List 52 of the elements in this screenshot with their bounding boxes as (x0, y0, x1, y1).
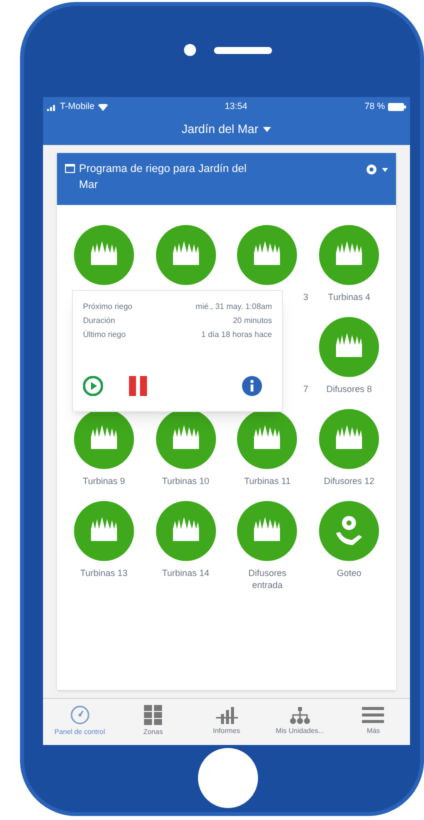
grass-icon[interactable] (237, 501, 298, 561)
zone-label: Turbinas 13 (79, 567, 128, 579)
detail-label: Próximo riego (83, 301, 132, 312)
card-title: Programa de riego para Jardín del Mar (79, 162, 248, 193)
zone-label: Turbinas 11 (243, 475, 292, 487)
wifi-icon (98, 104, 108, 110)
zone-label: Turbinas 10 (161, 475, 210, 487)
menu-icon (362, 706, 384, 724)
battery-text: 78 % (364, 100, 385, 114)
play-icon[interactable] (83, 376, 103, 396)
grass-icon[interactable] (319, 225, 380, 285)
detail-value: 1 día 18 horas hace (201, 329, 272, 340)
battery-icon (388, 103, 406, 111)
detail-value: mié., 31 may. 1:08am (196, 301, 272, 312)
grass-icon[interactable] (319, 409, 380, 469)
calendar-icon (65, 163, 75, 173)
speaker-slot (214, 47, 272, 54)
signal-icon (47, 104, 57, 110)
grass-icon[interactable] (156, 225, 216, 285)
detail-label: Duración (83, 315, 116, 326)
settings-icon (365, 163, 378, 176)
time-text: 13:54 (224, 100, 248, 114)
zone-label: Difusores 8 (325, 383, 373, 395)
zone-label: Turbinas 4 (327, 291, 372, 303)
grass-icon[interactable] (237, 225, 298, 285)
zone-label: Difusores 12 (322, 475, 376, 487)
network-icon (288, 706, 311, 724)
zone-label: 3 (303, 291, 308, 303)
carrier-text: T-Mobile (60, 100, 95, 114)
zone-label: Turbinas 9 (82, 475, 126, 487)
grass-icon[interactable] (156, 501, 216, 561)
zone-label: Difusores entrada (247, 567, 288, 591)
pause-icon[interactable] (127, 375, 149, 397)
grass-icon[interactable] (156, 409, 216, 469)
detail-value: 20 minutos (232, 315, 272, 326)
zone-label: Goteo (336, 567, 362, 579)
grass-icon[interactable] (237, 409, 298, 469)
settings-menu[interactable] (365, 163, 388, 176)
info-icon[interactable] (242, 376, 262, 396)
grass-icon[interactable] (319, 317, 380, 377)
zone-label: 7 (303, 383, 308, 395)
site-selector[interactable]: Jardín del Mar (182, 117, 272, 141)
grass-icon[interactable] (74, 225, 134, 285)
detail-label: Último riego (83, 329, 126, 340)
gauge-icon (70, 705, 90, 726)
caret-icon (263, 126, 272, 132)
caret-icon (382, 168, 388, 172)
grass-icon[interactable] (74, 409, 134, 469)
bars-icon (216, 706, 238, 724)
grid-icon (144, 705, 162, 726)
grass-icon[interactable] (74, 501, 134, 561)
zone-label: Turbinas 14 (161, 567, 210, 579)
